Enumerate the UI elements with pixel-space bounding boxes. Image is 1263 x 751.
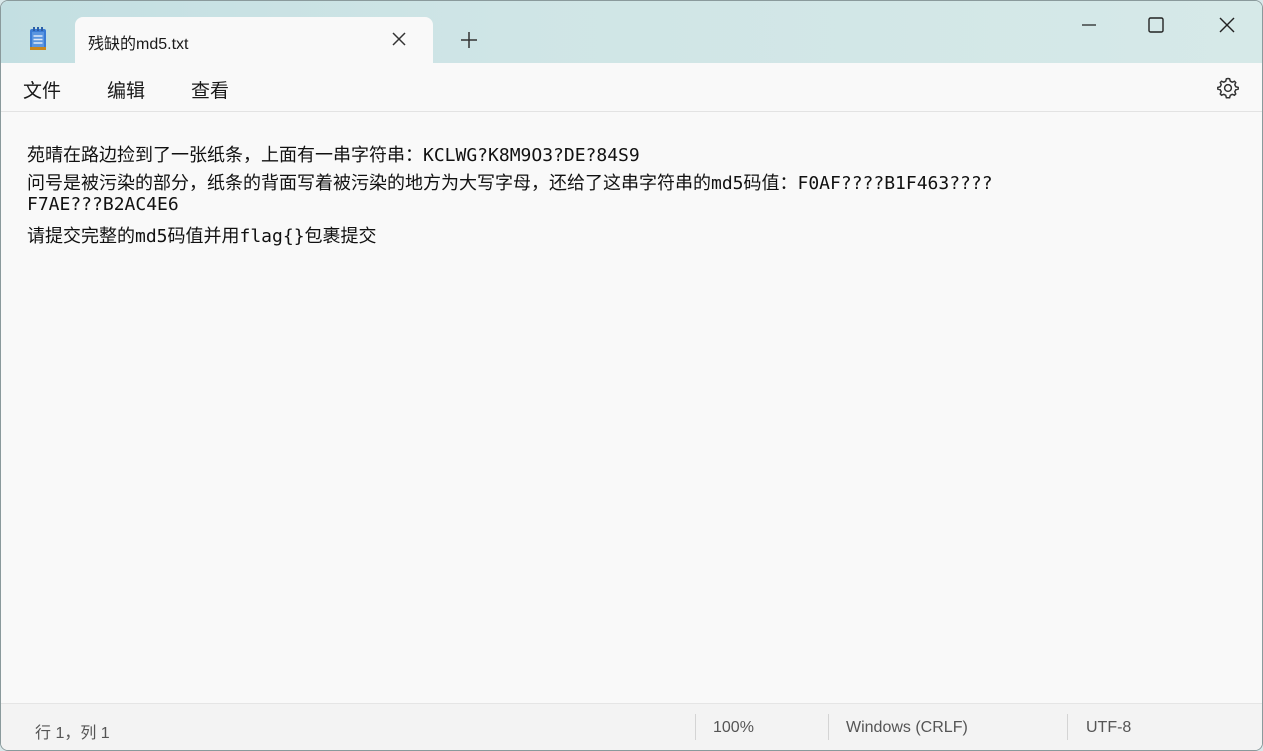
gear-icon[interactable] <box>1215 75 1241 101</box>
title-bar[interactable]: 残缺的md5.txt <box>1 1 1262 63</box>
document-line: 请提交完整的md5码值并用flag{}包裹提交 <box>27 226 377 247</box>
menu-edit[interactable]: 编辑 <box>107 76 145 103</box>
close-icon[interactable] <box>1215 13 1239 37</box>
text-editor[interactable]: 苑晴在路边捡到了一张纸条，上面有一串字符串：KCLWG?K8M9O3?DE?84… <box>1 112 1262 702</box>
minimize-icon[interactable] <box>1077 13 1101 37</box>
cursor-position: 行 1，列 1 <box>35 725 110 742</box>
notepad-icon <box>30 27 46 50</box>
document-line: 苑晴在路边捡到了一张纸条，上面有一串字符串：KCLWG?K8M9O3?DE?84… <box>27 145 640 166</box>
close-icon[interactable] <box>390 30 408 48</box>
notepad-window: 残缺的md5.txt 文件 编辑 查看 苑晴在路边捡到了一张纸条，上面有一串字符… <box>0 0 1263 751</box>
tab-active-file[interactable]: 残缺的md5.txt <box>75 17 433 63</box>
status-bar: 行 1，列 1 100% Windows (CRLF) UTF-8 <box>1 703 1262 750</box>
document-line: F7AE???B2AC4E6 <box>27 194 179 215</box>
menu-bar: 文件 编辑 查看 <box>1 63 1262 112</box>
document-line: 问号是被污染的部分，纸条的背面写着被污染的地方为大写字母，还给了这串字符串的md… <box>27 173 993 194</box>
tab-title: 残缺的md5.txt <box>88 36 189 53</box>
line-ending[interactable]: Windows (CRLF) <box>846 719 968 737</box>
menu-file[interactable]: 文件 <box>23 76 61 103</box>
plus-icon[interactable] <box>459 30 479 50</box>
encoding[interactable]: UTF-8 <box>1086 719 1131 737</box>
status-divider <box>1067 714 1068 740</box>
menu-view[interactable]: 查看 <box>191 76 229 103</box>
maximize-icon[interactable] <box>1144 13 1168 37</box>
status-divider <box>828 714 829 740</box>
status-divider <box>695 714 696 740</box>
zoom-level[interactable]: 100% <box>713 719 754 737</box>
